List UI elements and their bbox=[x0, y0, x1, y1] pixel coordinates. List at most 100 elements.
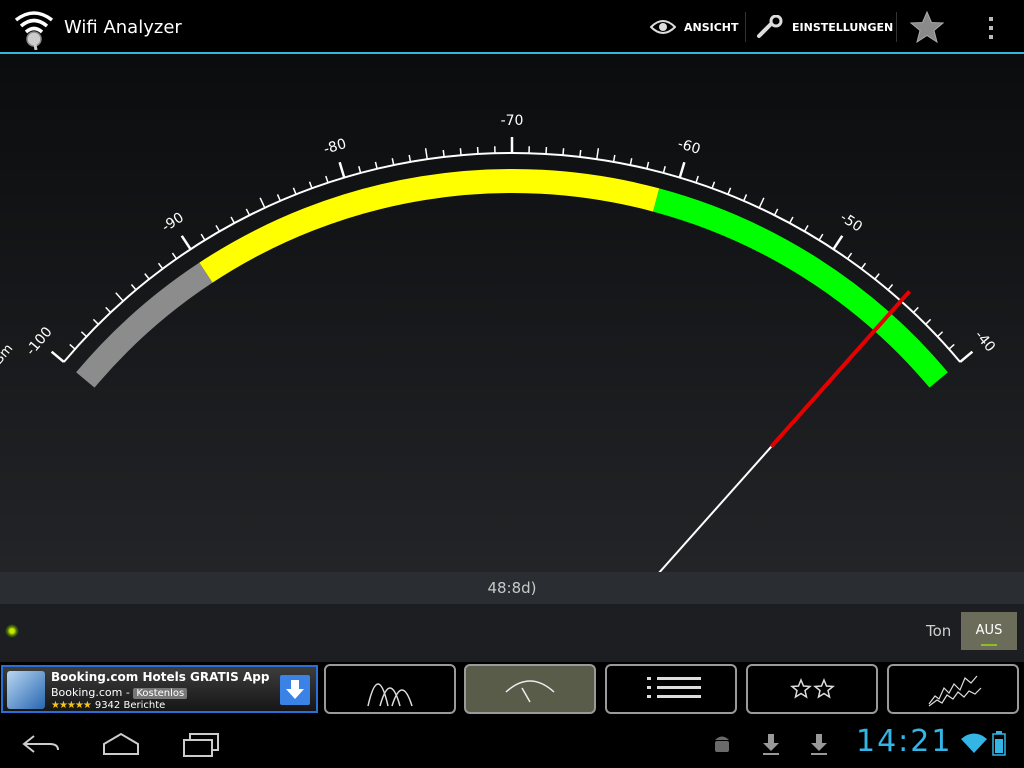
tab-ap-list[interactable] bbox=[605, 664, 737, 714]
time-graph-icon bbox=[928, 675, 982, 707]
app-title: Wifi Analyzer bbox=[64, 17, 182, 38]
scale-tick bbox=[180, 235, 192, 250]
scale-tick bbox=[887, 284, 894, 291]
scale-tick bbox=[948, 343, 955, 350]
signal-zone-1 bbox=[76, 262, 213, 388]
scale-tick bbox=[936, 331, 944, 338]
signal-meter-panel: -100 -90 -80 -70 -60 -50 -40 dBm bbox=[0, 54, 1024, 572]
scale-tick bbox=[92, 318, 99, 325]
signal-zone-2 bbox=[199, 169, 660, 283]
scale-tick bbox=[629, 158, 633, 166]
scale-label: -80 bbox=[322, 136, 349, 158]
scan-indicator bbox=[7, 626, 17, 636]
scale-label: -50 bbox=[837, 210, 865, 236]
scale-tick bbox=[562, 148, 565, 156]
scale-tick bbox=[803, 224, 809, 232]
scale-tick bbox=[358, 165, 362, 174]
tab-signal-meter[interactable] bbox=[464, 664, 596, 714]
scale-tick bbox=[579, 149, 582, 158]
scale-label: -70 bbox=[501, 113, 524, 129]
scale-tick bbox=[338, 161, 346, 178]
scale-tick bbox=[105, 306, 112, 314]
scale-tick bbox=[662, 165, 666, 174]
channel-graph-icon bbox=[367, 683, 413, 707]
view-action-label: ANSICHT bbox=[684, 20, 739, 34]
scale-tick bbox=[391, 158, 395, 166]
scale-tick bbox=[292, 187, 297, 195]
android-debug-icon bbox=[715, 736, 729, 752]
scale-tick bbox=[743, 194, 748, 202]
download-notification-icon bbox=[811, 734, 827, 755]
scale-tick bbox=[912, 306, 919, 314]
action-bar: Wifi Analyzer ANSICHT EINSTELLUNGEN bbox=[0, 0, 1024, 54]
scale-tick bbox=[325, 175, 329, 183]
scale-label: -40 bbox=[971, 327, 998, 355]
scale-tick bbox=[788, 216, 794, 224]
recent-apps-icon[interactable] bbox=[180, 732, 222, 758]
scale-tick bbox=[245, 208, 251, 216]
tab-time-graph[interactable] bbox=[887, 664, 1019, 714]
scale-tick bbox=[230, 216, 236, 224]
scale-tick bbox=[846, 252, 853, 260]
network-name-bar: 48:8d) bbox=[0, 572, 1024, 604]
scale-tick bbox=[727, 187, 732, 195]
ad-banner[interactable]: Booking.com Hotels GRATIS App Booking.co… bbox=[1, 665, 318, 713]
tab-channel-rating[interactable] bbox=[746, 664, 878, 714]
scale-tick bbox=[442, 149, 445, 158]
scale-tick bbox=[678, 161, 686, 178]
needle-shaft bbox=[658, 445, 773, 572]
scale-tick bbox=[459, 148, 462, 156]
scale-tick bbox=[80, 331, 88, 338]
scale-tick bbox=[612, 154, 616, 163]
status-clock: 14:21 bbox=[856, 724, 953, 759]
unit-label: dBm bbox=[0, 341, 16, 374]
booking-app-icon bbox=[7, 671, 45, 709]
action-separator bbox=[896, 12, 897, 42]
scale-label: -60 bbox=[676, 136, 703, 158]
network-name: 48:8d) bbox=[487, 579, 537, 597]
ad-advertiser: Booking.com - Kostenlos bbox=[51, 686, 188, 699]
scale-tick bbox=[711, 181, 716, 189]
wifi-app-icon[interactable] bbox=[12, 6, 56, 50]
ad-reviews: 9342 Berichte bbox=[94, 700, 166, 711]
scale-label: -100 bbox=[23, 324, 56, 359]
view-action[interactable]: ANSICHT bbox=[650, 0, 739, 54]
scale-tick bbox=[408, 154, 412, 163]
scale-tick bbox=[276, 194, 281, 202]
signal-meter: -100 -90 -80 -70 -60 -50 -40 dBm bbox=[0, 113, 998, 572]
download-notification-icon bbox=[763, 734, 779, 755]
settings-action[interactable]: EINSTELLUNGEN bbox=[756, 0, 893, 54]
scale-tick bbox=[959, 350, 974, 363]
scale-tick bbox=[773, 208, 779, 216]
tab-channel-graph[interactable] bbox=[324, 664, 456, 714]
meter-icon bbox=[505, 680, 555, 703]
ad-rating-stars: ★★★★★ bbox=[51, 700, 92, 711]
ad-download-button[interactable] bbox=[280, 675, 310, 705]
scale-tick bbox=[200, 233, 206, 241]
scale-tick bbox=[144, 273, 150, 280]
overflow-menu-icon[interactable] bbox=[985, 15, 997, 41]
scale-tick bbox=[596, 148, 600, 160]
sound-toggle-button[interactable]: AUS bbox=[961, 612, 1017, 650]
scale-tick bbox=[758, 197, 765, 209]
scale-tick bbox=[50, 350, 65, 363]
scale-label: -90 bbox=[159, 210, 187, 236]
ad-price-badge: Kostenlos bbox=[133, 688, 188, 699]
wrench-icon bbox=[757, 15, 783, 38]
scale-tick bbox=[215, 224, 221, 232]
scale-tick bbox=[818, 233, 824, 241]
battery-icon bbox=[992, 731, 1006, 756]
eye-icon bbox=[650, 20, 676, 34]
settings-action-label: EINSTELLUNGEN bbox=[792, 20, 894, 34]
back-icon[interactable] bbox=[20, 732, 62, 756]
scale-tick bbox=[157, 262, 164, 270]
scale-tick bbox=[130, 284, 137, 291]
needle-tip bbox=[769, 289, 912, 448]
wifi-status-icon bbox=[961, 733, 987, 753]
control-strip: Ton AUS bbox=[0, 604, 1024, 662]
action-separator bbox=[745, 12, 746, 42]
scale-tick bbox=[695, 175, 699, 183]
star-icon[interactable] bbox=[910, 11, 944, 43]
home-icon[interactable] bbox=[100, 732, 142, 756]
stars-icon bbox=[790, 678, 835, 699]
